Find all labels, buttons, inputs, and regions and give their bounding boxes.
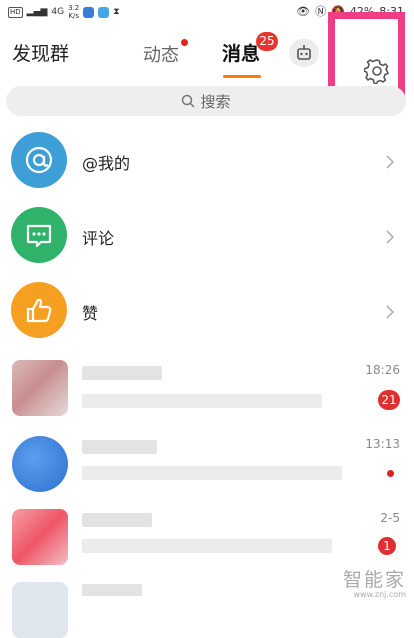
category-row-like[interactable]: 赞 (0, 275, 414, 345)
signal-icon: ▂▄▆ (26, 7, 48, 17)
app-notify-icon-2 (98, 6, 110, 18)
robot-button[interactable] (289, 39, 319, 67)
blurred-preview (82, 539, 332, 553)
comment-label: 评论 (82, 229, 115, 248)
blurred-preview (82, 394, 322, 408)
chevron-right-icon (386, 155, 395, 169)
like-label: 赞 (82, 304, 99, 323)
blurred-name (82, 584, 142, 596)
search-icon (182, 94, 196, 108)
net-speed: 3.2 K/s (68, 4, 80, 20)
chevron-right-icon (386, 305, 395, 319)
avatar (12, 360, 68, 416)
category-row-at-me[interactable]: @我的 (0, 125, 414, 195)
chat-time: 18:26 (365, 363, 400, 377)
thumbs-up-icon (11, 282, 67, 338)
hourglass-icon: ⧗ (113, 7, 120, 17)
watermark-name: 智能家 (342, 569, 406, 591)
at-icon (11, 132, 67, 188)
unread-badge: 21 (378, 390, 400, 410)
tab-dynamic-label: 动态 (143, 45, 179, 66)
chevron-right-icon (386, 230, 395, 244)
avatar (12, 582, 68, 638)
tab-messages[interactable]: 消息 (222, 39, 260, 66)
app-notify-icon (83, 6, 95, 18)
chat-time: 13:13 (365, 437, 400, 451)
eye-icon: 👁 (296, 4, 311, 18)
unread-badge: 1 (378, 537, 396, 555)
category-row-comment[interactable]: 评论 (0, 200, 414, 270)
blurred-preview (82, 466, 342, 480)
nfc-icon: Ⓝ (315, 5, 327, 18)
tab-dynamic[interactable]: 动态 (143, 39, 188, 67)
conversation-row[interactable]: 18:26 21 (0, 352, 414, 424)
blurred-name (82, 513, 152, 527)
chat-time: 2-5 (380, 511, 400, 525)
comment-icon (11, 207, 67, 263)
discover-group-tab[interactable]: 发现群 (12, 39, 69, 66)
avatar (12, 509, 68, 565)
hd-badge: HD (8, 6, 23, 18)
unread-dot (387, 470, 394, 477)
tab-active-indicator (223, 75, 261, 78)
network-label: 4G (51, 7, 65, 17)
at-me-label: @我的 (82, 154, 131, 173)
dynamic-red-dot (181, 39, 188, 46)
search-placeholder: 搜索 (200, 92, 231, 111)
conversation-row[interactable]: 13:13 (0, 428, 414, 500)
blurred-name (82, 440, 157, 454)
status-left: HD ▂▄▆ 4G 3.2 K/s ⧗ (8, 4, 120, 20)
messages-count-badge: 25 (256, 32, 278, 51)
search-bar[interactable]: 搜索 (6, 86, 406, 116)
avatar (12, 436, 68, 492)
blurred-name (82, 366, 162, 380)
watermark: 智能家 www.znj.com (343, 565, 406, 599)
robot-icon (297, 45, 311, 60)
